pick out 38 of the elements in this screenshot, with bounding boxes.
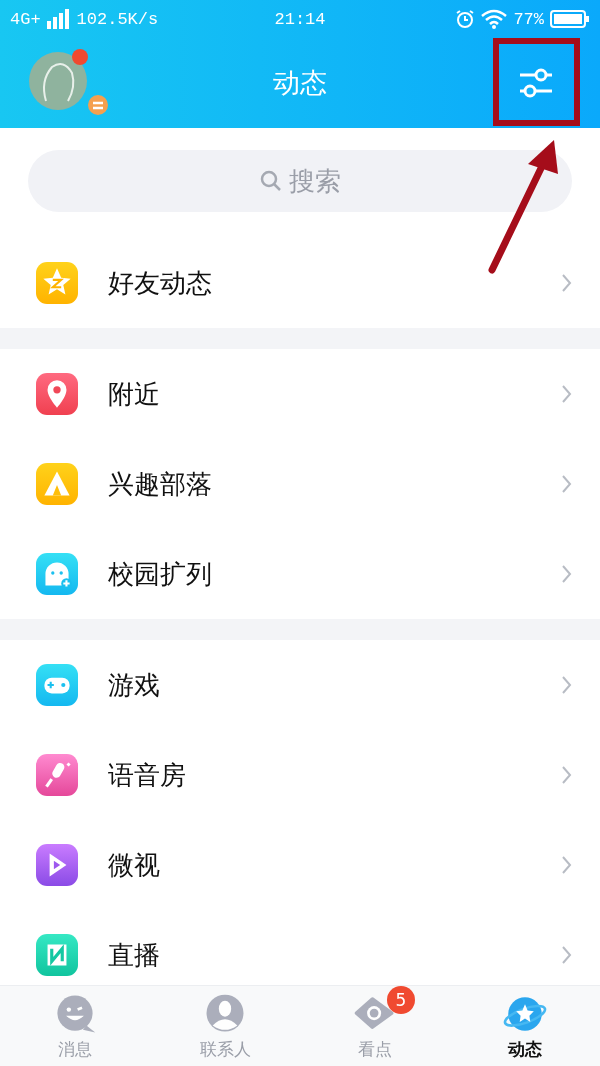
app-icon bbox=[36, 553, 78, 595]
network-speed: 102.5K/s bbox=[76, 9, 159, 29]
clock-time: 21:14 bbox=[274, 9, 326, 29]
app-icon bbox=[36, 373, 78, 415]
network-type: 4G+ bbox=[10, 9, 41, 29]
menu-item[interactable]: 附近 bbox=[0, 349, 600, 439]
filter-settings-icon[interactable] bbox=[518, 66, 554, 100]
chevron-icon bbox=[562, 385, 572, 403]
menu-item[interactable]: 好友动态 bbox=[0, 238, 600, 328]
alarm-icon bbox=[455, 9, 476, 29]
chevron-icon bbox=[562, 856, 572, 874]
app-icon bbox=[36, 664, 78, 706]
battery-icon bbox=[550, 9, 590, 29]
chevron-icon bbox=[562, 766, 572, 784]
wifi-icon bbox=[481, 9, 508, 29]
menu-item[interactable]: 游戏 bbox=[0, 640, 600, 730]
app-icon bbox=[36, 463, 78, 505]
count-badge: 5 bbox=[387, 986, 415, 1014]
tab-item[interactable]: 动态 bbox=[450, 986, 600, 1066]
menu-item[interactable]: 微视 bbox=[0, 820, 600, 910]
app-icon bbox=[36, 934, 78, 976]
chevron-icon bbox=[562, 676, 572, 694]
tab-item[interactable]: 看点 5 bbox=[300, 986, 450, 1066]
battery-percent: 77% bbox=[513, 9, 544, 29]
app-icon bbox=[36, 754, 78, 796]
menu-item[interactable]: 兴趣部落 bbox=[0, 439, 600, 529]
app-icon bbox=[36, 844, 78, 886]
chevron-icon bbox=[562, 946, 572, 964]
chevron-icon bbox=[562, 475, 572, 493]
signal-icon bbox=[46, 9, 71, 29]
chevron-icon bbox=[562, 565, 572, 583]
menu-item[interactable]: 直播 bbox=[0, 910, 600, 986]
chevron-icon bbox=[562, 274, 572, 292]
app-icon bbox=[36, 262, 78, 304]
menu-item[interactable]: 校园扩列 bbox=[0, 529, 600, 619]
menu-item[interactable]: 语音房 bbox=[0, 730, 600, 820]
page-title: 动态 bbox=[273, 67, 327, 98]
search-icon bbox=[259, 169, 283, 193]
